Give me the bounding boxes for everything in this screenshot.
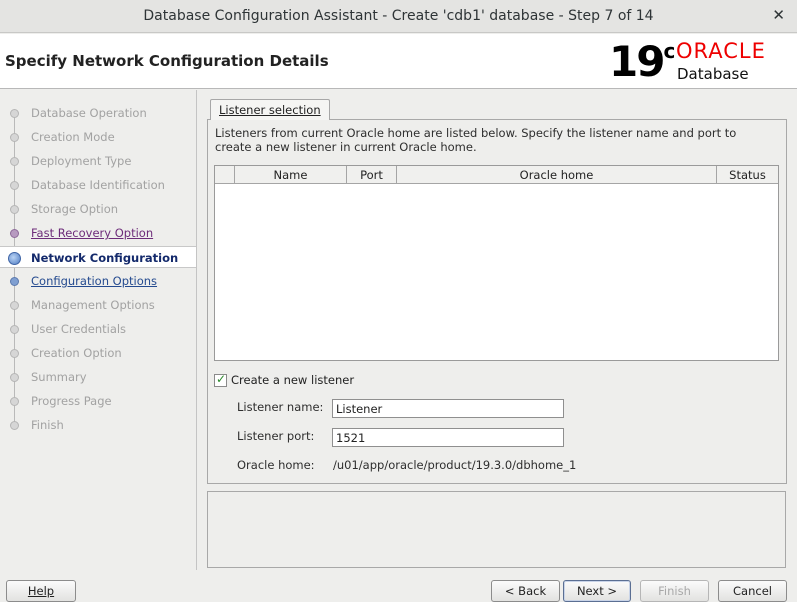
window-title: Database Configuration Assistant - Creat…: [143, 8, 654, 24]
nav-step-label: Network Configuration: [31, 251, 179, 265]
version-number: 19: [609, 37, 665, 86]
message-panel: [207, 491, 786, 568]
checkmark-icon: ✓: [216, 372, 227, 386]
step-indicator-icon: [10, 229, 19, 238]
column-header-oracle-home[interactable]: Oracle home: [397, 166, 717, 184]
nav-step-user-credentials: User Credentials: [0, 318, 196, 340]
nav-step-creation-mode: Creation Mode: [0, 126, 196, 148]
tab-label: Listener selection: [219, 103, 321, 117]
tab-listener-selection[interactable]: Listener selection: [210, 99, 330, 120]
back-button-label: < Back: [504, 584, 547, 598]
step-indicator-icon: [10, 277, 19, 286]
help-button[interactable]: Help: [6, 580, 76, 602]
step-indicator-icon: [10, 373, 19, 382]
finish-button[interactable]: Finish: [640, 580, 709, 602]
nav-step-summary: Summary: [0, 366, 196, 388]
nav-step-label: Storage Option: [31, 202, 119, 216]
nav-step-label: User Credentials: [31, 322, 127, 336]
nav-step-label: Configuration Options: [31, 274, 158, 288]
nav-step-label: Fast Recovery Option: [31, 226, 154, 240]
create-listener-label[interactable]: Create a new listener: [231, 373, 354, 387]
nav-step-fast-recovery-option[interactable]: Fast Recovery Option: [0, 222, 196, 244]
column-header-name[interactable]: Name: [235, 166, 347, 184]
nav-step-network-configuration: Network Configuration: [0, 246, 196, 268]
oracle-brand-logo: ORACLE: [676, 39, 766, 63]
step-indicator-icon: [10, 181, 19, 190]
cancel-button[interactable]: Cancel: [718, 580, 787, 602]
step-indicator-icon: [10, 109, 19, 118]
page-header: Specify Network Configuration Details 19…: [0, 34, 797, 89]
nav-step-label: Database Operation: [31, 106, 147, 120]
page-title: Specify Network Configuration Details: [5, 52, 329, 70]
nav-step-label: Creation Option: [31, 346, 122, 360]
column-header-select[interactable]: [215, 166, 235, 184]
oracle-version-logo: 19c: [609, 38, 675, 93]
step-indicator-icon: [10, 157, 19, 166]
nav-step-label: Creation Mode: [31, 130, 115, 144]
step-indicator-icon: [8, 252, 21, 265]
listener-port-input[interactable]: [332, 428, 564, 447]
create-listener-checkbox[interactable]: ✓: [214, 372, 227, 387]
nav-step-management-options: Management Options: [0, 294, 196, 316]
nav-step-label: Progress Page: [31, 394, 112, 408]
next-button-label: Next >: [576, 584, 618, 598]
cancel-button-label: Cancel: [733, 584, 772, 598]
step-navigation: Database Operation Creation Mode Deploymen…: [0, 90, 197, 570]
step-indicator-icon: [10, 325, 19, 334]
nav-step-configuration-options[interactable]: Configuration Options: [0, 270, 196, 292]
oracle-home-value: /u01/app/oracle/product/19.3.0/dbhome_1: [333, 458, 577, 472]
nav-step-storage-option: Storage Option: [0, 198, 196, 220]
listener-name-label: Listener name:: [237, 400, 324, 414]
nav-step-label: Summary: [31, 370, 87, 384]
version-suffix: c: [663, 39, 676, 63]
back-button[interactable]: < Back: [491, 580, 560, 602]
step-indicator-icon: [10, 133, 19, 142]
help-button-label: Help: [27, 584, 55, 598]
listener-name-input[interactable]: [332, 399, 564, 418]
nav-step-creation-option: Creation Option: [0, 342, 196, 364]
nav-step-label: Deployment Type: [31, 154, 132, 168]
nav-step-label: Finish: [31, 418, 64, 432]
step-indicator-icon: [10, 349, 19, 358]
nav-step-finish: Finish: [0, 414, 196, 436]
oracle-product-name: Database: [677, 65, 749, 83]
window-titlebar: Database Configuration Assistant - Creat…: [0, 0, 797, 33]
nav-step-deployment-type: Deployment Type: [0, 150, 196, 172]
listener-port-label: Listener port:: [237, 429, 315, 443]
step-indicator-icon: [10, 421, 19, 430]
nav-step-label: Database Identification: [31, 178, 165, 192]
step-indicator-icon: [10, 301, 19, 310]
column-header-status[interactable]: Status: [717, 166, 778, 184]
oracle-home-label: Oracle home:: [237, 458, 315, 472]
listener-description: Listeners from current Oracle home are l…: [215, 126, 737, 154]
close-icon[interactable]: ✕: [772, 6, 785, 24]
next-button[interactable]: Next >: [563, 580, 631, 602]
step-indicator-icon: [10, 397, 19, 406]
finish-button-label: Finish: [658, 584, 691, 598]
column-header-port[interactable]: Port: [347, 166, 397, 184]
listener-table-header: Name Port Oracle home Status: [215, 166, 778, 184]
listener-table[interactable]: Name Port Oracle home Status: [214, 165, 779, 361]
nav-step-database-identification: Database Identification: [0, 174, 196, 196]
nav-step-database-operation: Database Operation: [0, 102, 196, 124]
nav-step-progress-page: Progress Page: [0, 390, 196, 412]
step-indicator-icon: [10, 205, 19, 214]
nav-step-label: Management Options: [31, 298, 155, 312]
